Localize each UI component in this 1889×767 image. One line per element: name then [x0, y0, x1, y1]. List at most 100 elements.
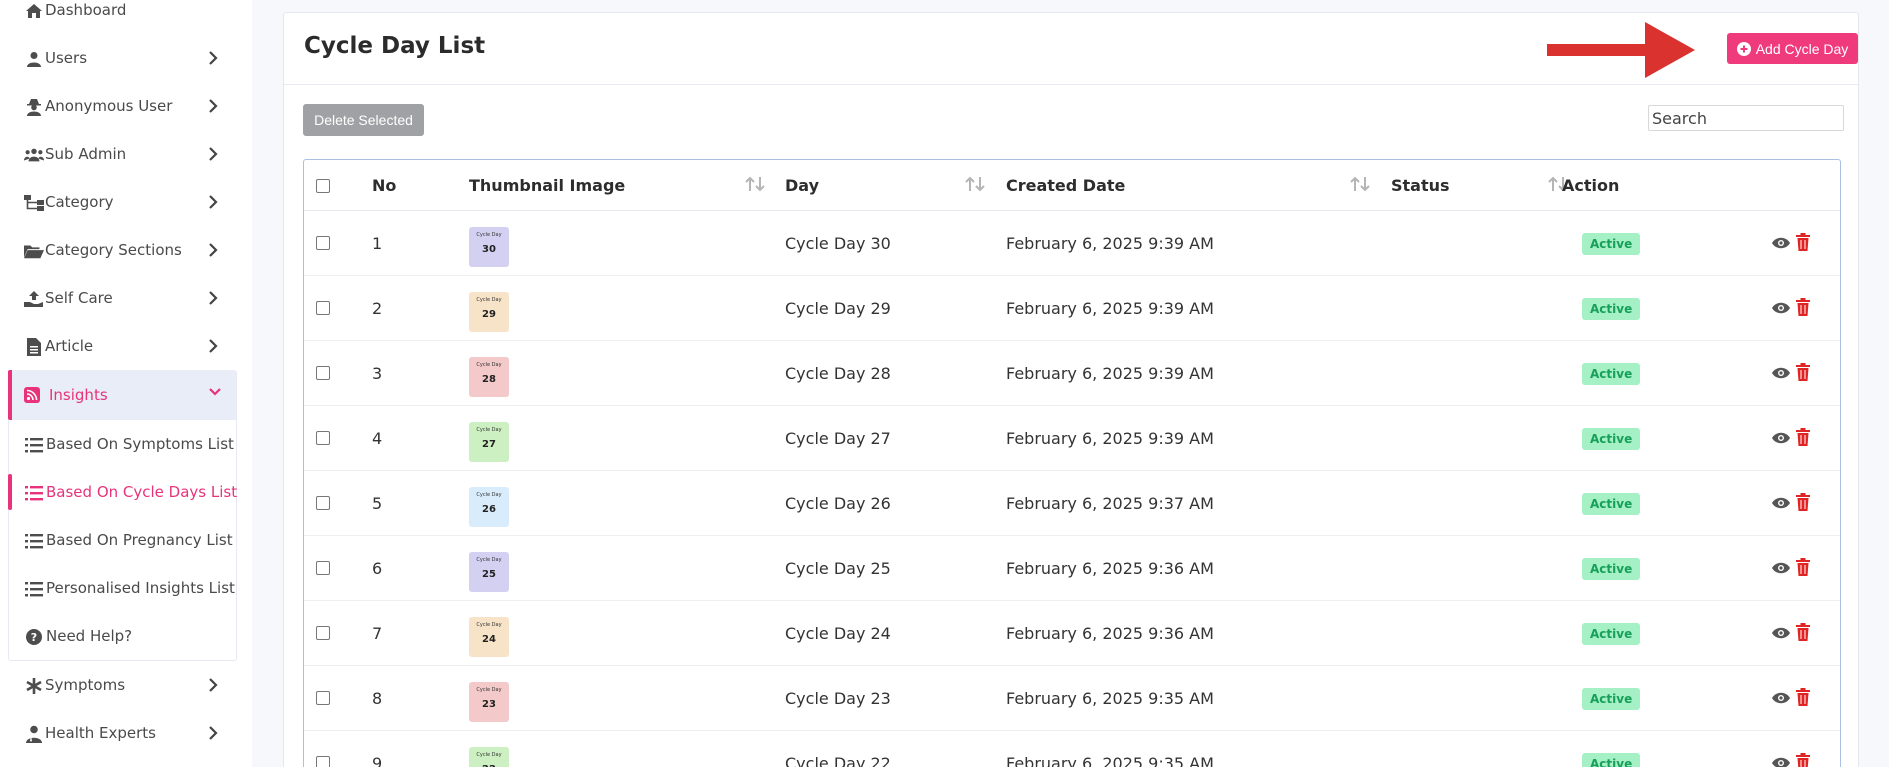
- add-cycle-day-button[interactable]: Add Cycle Day: [1727, 33, 1858, 64]
- list-icon: [24, 484, 44, 502]
- row-number: 3: [372, 364, 383, 383]
- question-circle-icon: ?: [24, 628, 44, 646]
- row-checkbox[interactable]: [316, 756, 330, 767]
- sidebar-item-based-on-pregnancy-list[interactable]: Based On Pregnancy List: [8, 518, 236, 562]
- sidebar-item-need-help[interactable]: ? Need Help?: [8, 614, 236, 658]
- sidebar-item-sub-admin[interactable]: Sub Admin: [8, 132, 236, 176]
- row-checkbox[interactable]: [316, 496, 330, 510]
- row-checkbox[interactable]: [316, 691, 330, 705]
- sidebar: Dashboard Users Anonymous User Sub Admin…: [0, 0, 252, 767]
- delete-selected-button[interactable]: Delete Selected: [303, 104, 424, 136]
- trash-icon[interactable]: [1796, 753, 1810, 767]
- eye-icon[interactable]: [1772, 236, 1790, 250]
- table-header: No Thumbnail Image Day Created Date Stat…: [304, 160, 1840, 211]
- chevron-right-icon: [209, 147, 218, 161]
- sidebar-item-category[interactable]: Category: [8, 180, 236, 224]
- sidebar-item-symptoms[interactable]: Symptoms: [8, 663, 236, 707]
- status-badge[interactable]: Active: [1582, 753, 1641, 767]
- page-title: Cycle Day List: [304, 33, 486, 59]
- row-checkbox[interactable]: [316, 431, 330, 445]
- select-all-checkbox[interactable]: [316, 179, 330, 193]
- thumbnail-image[interactable]: Cycle Day 29: [469, 292, 509, 332]
- plus-circle-icon: [1736, 41, 1751, 56]
- sidebar-item-health-experts[interactable]: Health Experts: [8, 711, 236, 755]
- sidebar-item-based-on-cycle-days-list[interactable]: Based On Cycle Days List: [8, 470, 237, 514]
- list-icon: [24, 580, 44, 598]
- sidebar-item-label: Category Sections: [45, 241, 182, 259]
- created-date: February 6, 2025 9:39 AM: [1006, 234, 1214, 253]
- sidebar-item-label: Sub Admin: [45, 145, 127, 163]
- status-badge[interactable]: Active: [1582, 428, 1641, 450]
- sort-icon[interactable]: [1349, 176, 1371, 192]
- status-badge[interactable]: Active: [1582, 493, 1641, 515]
- eye-icon[interactable]: [1772, 756, 1790, 767]
- column-header-no[interactable]: No: [372, 160, 396, 211]
- thumbnail-image[interactable]: Cycle Day 23: [469, 682, 509, 722]
- sidebar-item-article[interactable]: Article: [8, 324, 236, 368]
- day-name: Cycle Day 25: [785, 559, 891, 578]
- row-checkbox[interactable]: [316, 626, 330, 640]
- status-badge[interactable]: Active: [1582, 298, 1641, 320]
- trash-icon[interactable]: [1796, 558, 1810, 576]
- trash-icon[interactable]: [1796, 493, 1810, 511]
- status-badge[interactable]: Active: [1582, 688, 1641, 710]
- search-input[interactable]: [1648, 105, 1844, 131]
- row-number: 9: [372, 754, 383, 767]
- column-header-day[interactable]: Day: [785, 160, 819, 211]
- sidebar-item-self-care[interactable]: Self Care: [8, 276, 236, 320]
- thumbnail-image[interactable]: Cycle Day 24: [469, 617, 509, 657]
- sort-icon[interactable]: [964, 176, 986, 192]
- sidebar-item-anonymous-user[interactable]: Anonymous User: [8, 84, 236, 128]
- thumbnail-number: 29: [482, 309, 496, 320]
- status-badge[interactable]: Active: [1582, 623, 1641, 645]
- thumbnail-number: 28: [482, 374, 496, 385]
- thumbnail-image[interactable]: Cycle Day 26: [469, 487, 509, 527]
- created-date: February 6, 2025 9:39 AM: [1006, 364, 1214, 383]
- column-header-status[interactable]: Status: [1391, 160, 1450, 211]
- chevron-right-icon: [209, 726, 218, 740]
- row-checkbox[interactable]: [316, 236, 330, 250]
- sidebar-item-category-sections[interactable]: Category Sections: [8, 228, 236, 272]
- thumbnail-caption: Cycle Day: [476, 297, 502, 303]
- list-icon: [24, 532, 44, 550]
- trash-icon[interactable]: [1796, 233, 1810, 251]
- row-checkbox[interactable]: [316, 561, 330, 575]
- sidebar-item-insights[interactable]: Insights: [8, 370, 236, 420]
- thumbnail-image[interactable]: Cycle Day 28: [469, 357, 509, 397]
- thumbnail-image[interactable]: Cycle Day 30: [469, 227, 509, 267]
- trash-icon[interactable]: [1796, 428, 1810, 446]
- chevron-right-icon: [209, 195, 218, 209]
- row-checkbox[interactable]: [316, 366, 330, 380]
- status-badge[interactable]: Active: [1582, 363, 1641, 385]
- trash-icon[interactable]: [1796, 688, 1810, 706]
- thumbnail-image[interactable]: Cycle Day 27: [469, 422, 509, 462]
- sidebar-item-users[interactable]: Users: [8, 36, 236, 80]
- status-badge[interactable]: Active: [1582, 233, 1641, 255]
- sidebar-item-dashboard[interactable]: Dashboard: [8, 0, 236, 32]
- eye-icon[interactable]: [1772, 431, 1790, 445]
- thumbnail-image[interactable]: Cycle Day 25: [469, 552, 509, 592]
- thumbnail-image[interactable]: Cycle Day22: [469, 747, 509, 767]
- trash-icon[interactable]: [1796, 623, 1810, 641]
- sidebar-item-label: Insights: [49, 386, 108, 404]
- row-number: 2: [372, 299, 383, 318]
- status-badge[interactable]: Active: [1582, 558, 1641, 580]
- eye-icon[interactable]: [1772, 366, 1790, 380]
- sort-icon[interactable]: [744, 176, 766, 192]
- created-date: February 6, 2025 9:36 AM: [1006, 624, 1214, 643]
- created-date: February 6, 2025 9:37 AM: [1006, 494, 1214, 513]
- table-row: 8 Cycle Day 23 Cycle Day 23 February 6, 2…: [304, 666, 1840, 731]
- column-header-created-date[interactable]: Created Date: [1006, 160, 1125, 211]
- trash-icon[interactable]: [1796, 363, 1810, 381]
- sidebar-item-personalised-insights-list[interactable]: Personalised Insights List: [8, 566, 236, 610]
- eye-icon[interactable]: [1772, 301, 1790, 315]
- eye-icon[interactable]: [1772, 561, 1790, 575]
- sidebar-item-based-on-symptoms-list[interactable]: Based On Symptoms List: [8, 422, 236, 466]
- sidebar-item-label: Self Care: [45, 289, 113, 307]
- column-header-thumbnail[interactable]: Thumbnail Image: [469, 160, 625, 211]
- eye-icon[interactable]: [1772, 691, 1790, 705]
- row-checkbox[interactable]: [316, 301, 330, 315]
- eye-icon[interactable]: [1772, 496, 1790, 510]
- eye-icon[interactable]: [1772, 626, 1790, 640]
- trash-icon[interactable]: [1796, 298, 1810, 316]
